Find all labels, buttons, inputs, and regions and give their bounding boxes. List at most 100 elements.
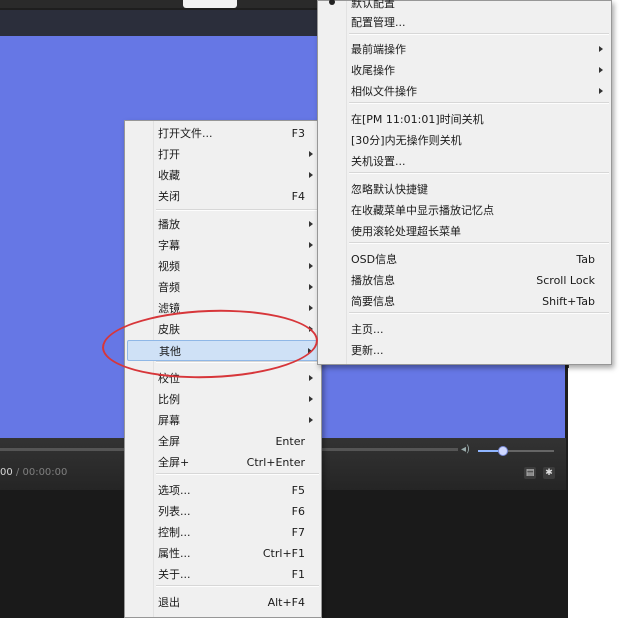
menu-separator [349,172,609,174]
main-menu-item-14[interactable]: 屏幕 [127,410,319,431]
menu-item-label: 全屏 [158,435,180,448]
menu-item-label: 忽略默认快捷键 [351,183,428,196]
title-tab [183,0,237,8]
main-menu-item-6[interactable]: 字幕 [127,235,319,256]
menu-item-label: [30分]内无操作则关机 [351,134,462,147]
submenu-arrow-icon [599,46,603,52]
menu-item-shortcut: Shift+Tab [542,295,595,308]
other-menu-item-9[interactable]: 忽略默认快捷键 [320,179,609,200]
time-separator: / [12,467,23,478]
main-menu-item-15[interactable]: 全屏 Enter [127,431,319,452]
menu-separator [156,585,319,587]
other-menu-item-13[interactable]: 播放信息 Scroll Lock [320,270,609,291]
main-menu-item-16[interactable]: 全屏+ Ctrl+Enter [127,452,319,473]
main-menu-item-4[interactable]: 关闭 F4 [127,186,319,207]
menu-item-label: 音频 [158,281,180,294]
main-menu-item-7[interactable]: 视频 [127,256,319,277]
submenu-arrow-icon [309,375,313,381]
other-menu-item-11[interactable]: 使用滚轮处理超长菜单 [320,221,609,242]
menu-item-shortcut: Alt+F4 [267,596,305,609]
other-menu-item-3[interactable]: 最前端操作 [320,39,609,60]
submenu-arrow-icon [309,396,313,402]
menu-item-label: 播放信息 [351,274,395,287]
main-menu-item-1[interactable]: 打开文件... F3 [127,123,319,144]
menu-item-label: 关机设置... [351,155,406,168]
menu-item-label: 视频 [158,260,180,273]
menu-item-shortcut: F3 [291,127,305,140]
main-menu-item-5[interactable]: 播放 [127,214,319,235]
menu-item-label: 关于... [158,568,191,581]
volume-icon[interactable]: ◂) [461,444,470,455]
menu-separator [349,102,609,104]
menu-item-label: 选项... [158,484,191,497]
main-menu-item-21[interactable]: 关于... F1 [127,564,319,585]
menu-item-shortcut: F1 [291,568,305,581]
other-menu-item-15[interactable]: 主页... [320,319,609,340]
other-menu-item-12[interactable]: OSD信息 Tab [320,249,609,270]
menu-item-label: 列表... [158,505,191,518]
context-menu-other: 默认配置 配置管理... 最前端操作 收尾操作 相似文件操作 在[PM 11:01:01]… [317,0,612,365]
menu-item-label: 打开文件... [158,127,213,140]
menu-item-shortcut: Tab [576,253,595,266]
menu-item-shortcut: F7 [291,526,305,539]
menu-item-label: 退出 [158,596,180,609]
time-total: 00:00:00 [22,467,68,478]
menu-item-label: 配置管理... [351,16,406,29]
menu-item-shortcut: Ctrl+F1 [262,547,305,560]
menu-item-label: 更新... [351,344,384,357]
menu-item-label: 打开 [158,148,180,161]
other-menu-item-6[interactable]: 在[PM 11:01:01]时间关机 [320,109,609,130]
menu-item-label: 收尾操作 [351,64,395,77]
menu-separator [349,312,609,314]
other-menu-item-8[interactable]: 关机设置... [320,151,609,172]
other-menu-item-4[interactable]: 收尾操作 [320,60,609,81]
other-menu-item-10[interactable]: 在收藏菜单中显示播放记忆点 [320,200,609,221]
menu-item-label: 使用滚轮处理超长菜单 [351,225,461,238]
other-menu-item-5[interactable]: 相似文件操作 [320,81,609,102]
submenu-arrow-icon [599,67,603,73]
main-menu-item-13[interactable]: 比例 [127,389,319,410]
main-menu-item-17[interactable]: 选项... F5 [127,480,319,501]
submenu-arrow-icon [309,221,313,227]
menu-item-label: 属性... [158,547,191,560]
main-menu-item-19[interactable]: 控制... F7 [127,522,319,543]
menu-item-label: 最前端操作 [351,43,406,56]
other-menu-item-14[interactable]: 简要信息 Shift+Tab [320,291,609,312]
menu-item-label: 播放 [158,218,180,231]
main-menu-item-3[interactable]: 收藏 [127,165,319,186]
menu-separator [349,242,609,244]
menu-item-shortcut: F6 [291,505,305,518]
menu-item-label: 相似文件操作 [351,85,417,98]
checked-radio-icon [329,0,335,5]
submenu-arrow-icon [309,151,313,157]
other-menu-item-2[interactable]: 配置管理... [320,12,609,33]
playlist-icon[interactable]: ▤ [524,467,536,479]
time-readout: 00 / 00:00:00 [0,467,67,478]
menu-item-label: 字幕 [158,239,180,252]
menu-item-label: 屏幕 [158,414,180,427]
menu-item-label: 控制... [158,526,191,539]
submenu-arrow-icon [309,263,313,269]
menu-item-label: 全屏+ [158,456,190,469]
menu-item-label: 比例 [158,393,180,406]
menu-item-label: 简要信息 [351,295,395,308]
menu-item-label: 关闭 [158,190,180,203]
volume-knob[interactable] [498,446,508,456]
menu-item-label: 在[PM 11:01:01]时间关机 [351,113,484,126]
menu-item-shortcut: F4 [291,190,305,203]
submenu-arrow-icon [599,88,603,94]
time-current: 00 [0,467,13,478]
main-menu-item-18[interactable]: 列表... F6 [127,501,319,522]
main-menu-item-22[interactable]: 退出 Alt+F4 [127,592,319,613]
other-menu-item-7[interactable]: [30分]内无操作则关机 [320,130,609,151]
menu-separator [156,209,319,211]
menu-separator [156,473,319,475]
menu-item-label: 主页... [351,323,384,336]
gear-icon[interactable]: ✱ [543,467,555,479]
main-menu-item-8[interactable]: 音频 [127,277,319,298]
menu-item-label: 在收藏菜单中显示播放记忆点 [351,204,494,217]
main-menu-item-2[interactable]: 打开 [127,144,319,165]
main-menu-item-20[interactable]: 属性... Ctrl+F1 [127,543,319,564]
submenu-arrow-icon [309,284,313,290]
other-menu-item-16[interactable]: 更新... [320,340,609,361]
